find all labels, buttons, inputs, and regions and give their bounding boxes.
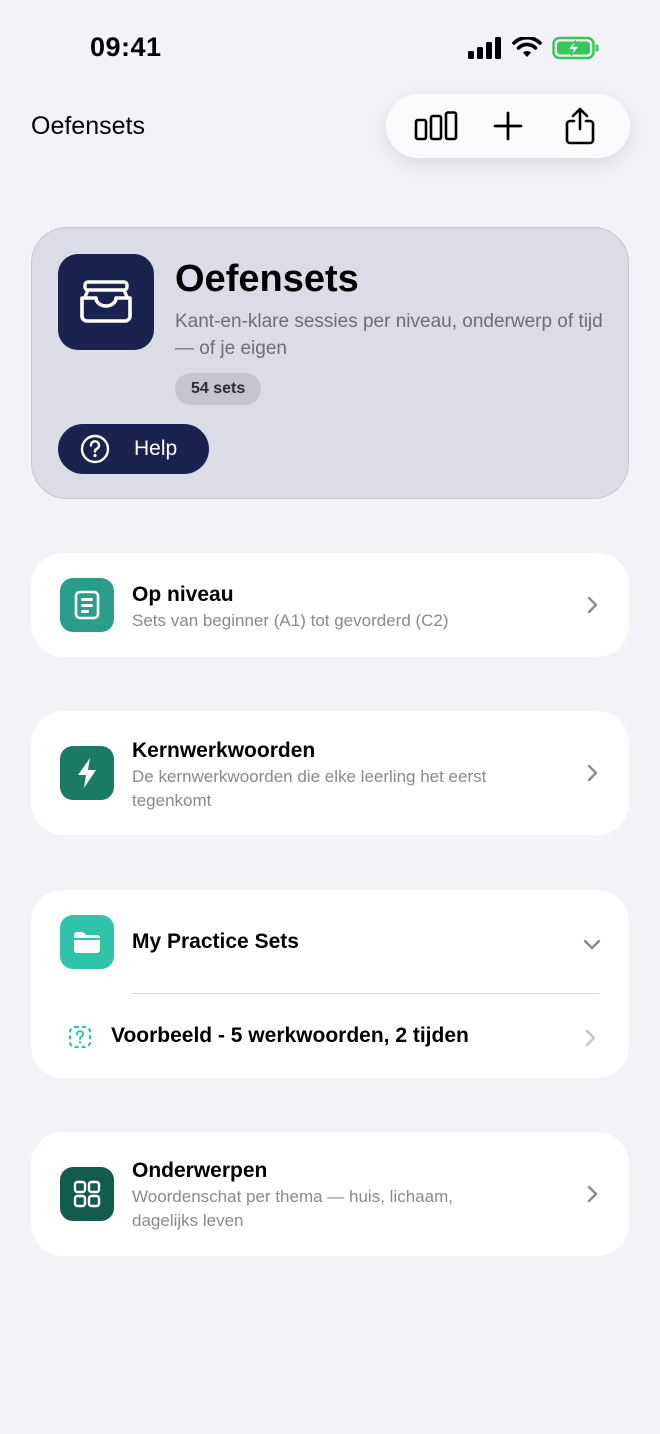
core-verbs-subtitle: De kernwerkwoorden die elke leerling het… [132, 767, 487, 810]
level-card[interactable]: Op niveau Sets van beginner (A1) tot gev… [31, 553, 629, 657]
my-practice-sets-card: My Practice Sets Voorbeeld - 5 werkwoord… [31, 890, 629, 1078]
hero-title: Oefensets [175, 258, 359, 300]
chevron-down-icon [583, 939, 601, 950]
document-list-icon [74, 590, 100, 620]
sets-count-badge: 54 sets [175, 373, 262, 405]
core-verbs-title: Kernwerkwoorden [132, 739, 316, 762]
question-circle-icon [80, 434, 110, 464]
level-subtitle: Sets van beginner (A1) tot gevorderd (C2… [132, 611, 449, 630]
status-icons [468, 36, 600, 60]
chevron-right-icon [587, 1185, 598, 1203]
level-icon-tile [60, 578, 114, 632]
add-button[interactable] [480, 98, 536, 154]
help-button[interactable]: Help [58, 424, 209, 474]
hero-icon-tile [58, 254, 154, 350]
chevron-right-icon [587, 764, 598, 782]
my-sets-title: My Practice Sets [132, 930, 299, 953]
core-verbs-card[interactable]: Kernwerkwoorden De kernwerkwoorden die e… [31, 711, 629, 835]
folder-icon [74, 932, 100, 953]
topics-card[interactable]: Onderwerpen Woordenschat per thema — hui… [31, 1132, 629, 1256]
plus-icon [493, 111, 523, 141]
status-time: 09:41 [90, 32, 162, 62]
topics-icon-tile [60, 1167, 114, 1221]
practice-set-item[interactable]: Voorbeeld - 5 werkwoorden, 2 tijden [31, 994, 629, 1078]
toolbar [386, 94, 630, 158]
topics-subtitle: Woordenschat per thema — huis, lichaam, … [132, 1187, 453, 1230]
stats-button[interactable] [408, 98, 464, 154]
help-label: Help [134, 437, 178, 460]
level-title: Op niveau [132, 583, 234, 606]
hero-subtitle: Kant-en-klare sessies per niveau, onderw… [175, 311, 603, 359]
nav-title: Oefensets [31, 112, 145, 140]
lightning-bolt-icon [78, 758, 96, 788]
share-icon [565, 107, 595, 145]
core-verbs-icon-tile [60, 746, 114, 800]
wifi-icon [512, 37, 542, 57]
grid-icon [73, 1180, 101, 1208]
dashed-question-icon [68, 1025, 92, 1049]
topics-title: Onderwerpen [132, 1159, 268, 1182]
my-sets-icon-tile [60, 915, 114, 969]
practice-set-item-label: Voorbeeld - 5 werkwoorden, 2 tijden [111, 1024, 469, 1047]
battery-charging-icon [552, 36, 599, 60]
my-sets-header[interactable]: My Practice Sets [31, 890, 629, 994]
chevron-right-icon [587, 596, 598, 614]
tray-icon [80, 280, 132, 323]
cellular-signal-icon [468, 37, 501, 59]
chevron-right-icon [585, 1029, 596, 1047]
bar-chart-icon [414, 111, 458, 141]
share-button[interactable] [552, 98, 608, 154]
status-bar: 09:41 [0, 0, 660, 96]
hero-card: Oefensets Kant-en-klare sessies per nive… [31, 227, 629, 499]
